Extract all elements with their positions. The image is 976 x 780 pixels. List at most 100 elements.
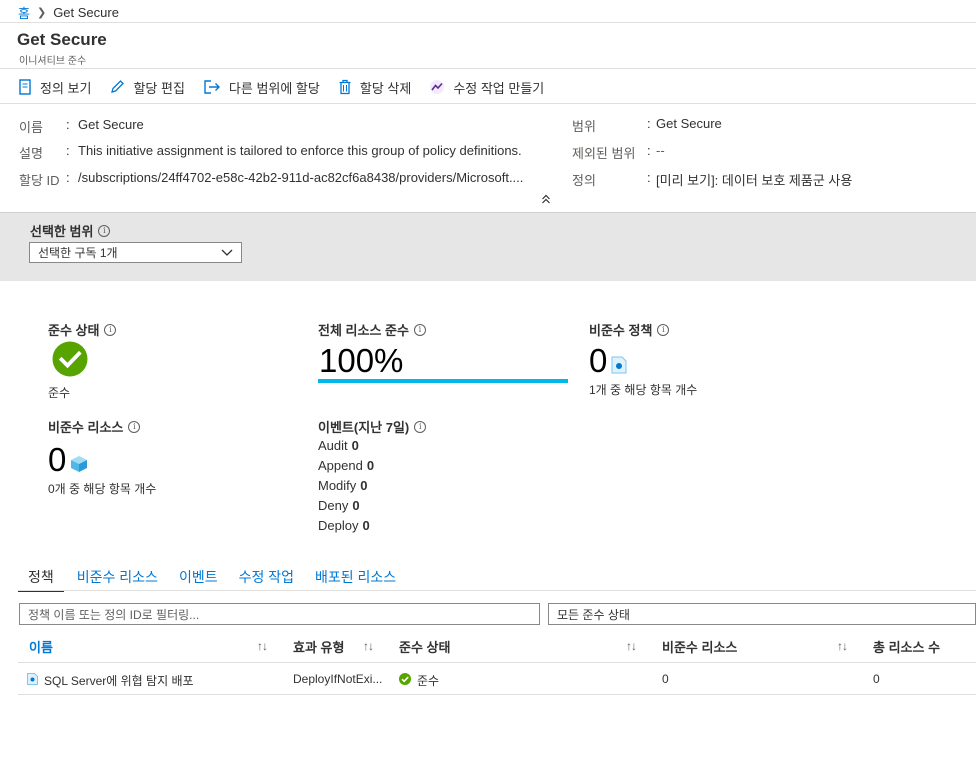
info-icon[interactable]: i	[657, 323, 670, 336]
colon: :	[66, 117, 70, 132]
detail-definition: 정의 : [미리 보기]: 데이터 보호 제품군 사용	[572, 170, 852, 189]
trash-icon	[339, 79, 351, 95]
assign-other-scope-button[interactable]: 다른 범위에 할당	[203, 78, 320, 97]
noncompliant-resources-heading: 비준수 리소스 i	[48, 417, 141, 436]
events-label: 이벤트(지난 7일)	[318, 420, 410, 435]
table-cell-noncompliant: 0	[662, 672, 669, 686]
breadcrumb-home[interactable]: 홈	[18, 3, 30, 22]
scope-dropdown-value: 선택한 구독 1개	[38, 246, 118, 260]
event-row-audit: Audit 0	[318, 438, 359, 453]
info-icon[interactable]: i	[413, 323, 426, 336]
events-list: Audit 0 Append 0 Modify 0 Deny 0 Deploy 0	[318, 436, 374, 536]
detail-value: Get Secure	[78, 117, 144, 132]
events-heading: 이벤트(지난 7일) i	[318, 417, 427, 436]
sort-icon[interactable]: ↑↓	[257, 639, 268, 653]
info-icon[interactable]: i	[104, 323, 117, 336]
create-remediation-label: 수정 작업 만들기	[453, 80, 545, 96]
compliance-state-heading: 준수 상태 i	[48, 320, 117, 339]
page-title: Get Secure	[17, 30, 107, 49]
scope-label-text: 선택한 범위	[30, 224, 94, 239]
scope-dropdown[interactable]: 선택한 구독 1개	[29, 242, 242, 263]
tab-strip: 정책 비준수 리소스 이벤트 수정 작업 배포된 리소스	[18, 567, 417, 592]
noncompliant-policies-heading: 비준수 정책 i	[589, 320, 670, 339]
policy-filter-placeholder: 정책 이름 또는 정의 ID로 필터링...	[28, 607, 200, 622]
column-header-effect[interactable]: 효과 유형	[293, 637, 344, 656]
table-row-policy-link[interactable]: SQL Server에 위협 탐지 배포	[44, 672, 194, 689]
tab-noncompliant-resources[interactable]: 비준수 리소스	[77, 567, 158, 592]
overall-compliance-label: 전체 리소스 준수	[318, 323, 409, 338]
column-header-total[interactable]: 총 리소스 수	[873, 637, 940, 656]
overall-compliance-heading: 전체 리소스 준수 i	[318, 320, 426, 339]
divider	[18, 662, 976, 663]
column-header-name[interactable]: 이름	[29, 637, 53, 656]
detail-label: 제외된 범위	[572, 146, 636, 161]
compliance-state-filter[interactable]: 모든 준수 상태	[548, 603, 976, 625]
noncompliant-resources-sub: 0개 중 해당 항목 개수	[48, 482, 157, 496]
divider	[18, 590, 976, 591]
chevron-right-icon: ❯	[36, 6, 47, 19]
excluded-scopes-link[interactable]: --	[656, 143, 665, 162]
detail-value[interactable]: /subscriptions/24ff4702-e58c-42b2-911d-a…	[78, 170, 523, 189]
colon: :	[66, 170, 70, 185]
noncompliant-policies-label: 비준수 정책	[589, 323, 653, 338]
delete-assignment-button[interactable]: 할당 삭제	[338, 78, 411, 97]
breadcrumb: 홈 ❯ Get Secure	[18, 3, 119, 21]
divider	[0, 103, 976, 104]
detail-label: 정의	[572, 173, 596, 188]
noncompliant-policies-sub: 1개 중 해당 항목 개수	[589, 383, 698, 397]
chevron-down-icon	[221, 249, 233, 256]
event-row-deploy: Deploy 0	[318, 518, 370, 533]
detail-label: 할당 ID	[19, 173, 60, 188]
info-icon[interactable]: i	[98, 224, 111, 237]
overall-compliance-value: 100%	[319, 342, 404, 379]
info-icon[interactable]: i	[128, 420, 141, 433]
detail-label: 이름	[19, 120, 43, 135]
table-cell-effect: DeployIfNotExi...	[293, 672, 383, 686]
tab-policies[interactable]: 정책	[18, 567, 64, 592]
colon: :	[647, 143, 651, 158]
detail-value: [미리 보기]: 데이터 보호 제품군 사용	[656, 173, 853, 188]
export-icon	[204, 80, 220, 94]
policy-filter-input[interactable]: 정책 이름 또는 정의 ID로 필터링...	[19, 603, 540, 625]
event-row-modify: Modify 0	[318, 478, 368, 493]
divider	[18, 694, 976, 695]
colon: :	[647, 170, 651, 185]
table-cell-total: 0	[873, 672, 880, 686]
check-circle-icon	[52, 341, 88, 377]
create-remediation-button[interactable]: 수정 작업 만들기	[429, 78, 544, 97]
detail-excluded-scopes: 제외된 범위 : --	[572, 143, 665, 162]
column-header-noncompliant[interactable]: 비준수 리소스	[662, 637, 737, 656]
event-row-append: Append 0	[318, 458, 375, 473]
sort-icon[interactable]: ↑↓	[837, 639, 848, 653]
detail-description: 설명 : This initiative assignment is tailo…	[19, 143, 522, 162]
remediation-icon	[430, 80, 445, 94]
column-header-state[interactable]: 준수 상태	[399, 637, 450, 656]
compliance-state-label: 준수 상태	[48, 323, 100, 338]
check-circle-icon	[399, 673, 411, 685]
detail-name: 이름 : Get Secure	[19, 117, 144, 136]
detail-label: 범위	[572, 119, 596, 134]
noncompliant-resources-label: 비준수 리소스	[48, 420, 124, 435]
delete-assignment-label: 할당 삭제	[359, 80, 412, 96]
tab-remediation-tasks[interactable]: 수정 작업	[239, 567, 294, 592]
tab-events[interactable]: 이벤트	[179, 567, 218, 592]
view-definition-button[interactable]: 정의 보기	[18, 78, 91, 97]
detail-scope: 범위 : Get Secure	[572, 116, 722, 135]
edit-assignment-button[interactable]: 할당 편집	[109, 78, 185, 97]
info-icon[interactable]: i	[414, 420, 427, 433]
policy-icon	[27, 673, 38, 685]
policy-icon	[611, 356, 627, 374]
command-bar: 정의 보기 할당 편집 다른 범위에 할당 할당 삭제 수정 작업 만들기	[18, 76, 562, 98]
sort-icon[interactable]: ↑↓	[363, 639, 374, 653]
detail-label: 설명	[19, 146, 43, 161]
cube-icon	[71, 456, 87, 472]
page-subtitle: 이니셔티브 준수	[19, 56, 87, 67]
noncompliant-resources-value: 0	[48, 441, 67, 478]
sort-icon[interactable]: ↑↓	[626, 639, 637, 653]
edit-assignment-label: 할당 편집	[133, 80, 185, 96]
noncompliant-policies-value: 0	[589, 342, 608, 379]
scope-label: 선택한 범위 i	[30, 221, 111, 240]
collapse-chevron-icon[interactable]	[541, 194, 551, 207]
event-row-deny: Deny 0	[318, 498, 360, 513]
tab-deployed-resources[interactable]: 배포된 리소스	[315, 567, 396, 592]
